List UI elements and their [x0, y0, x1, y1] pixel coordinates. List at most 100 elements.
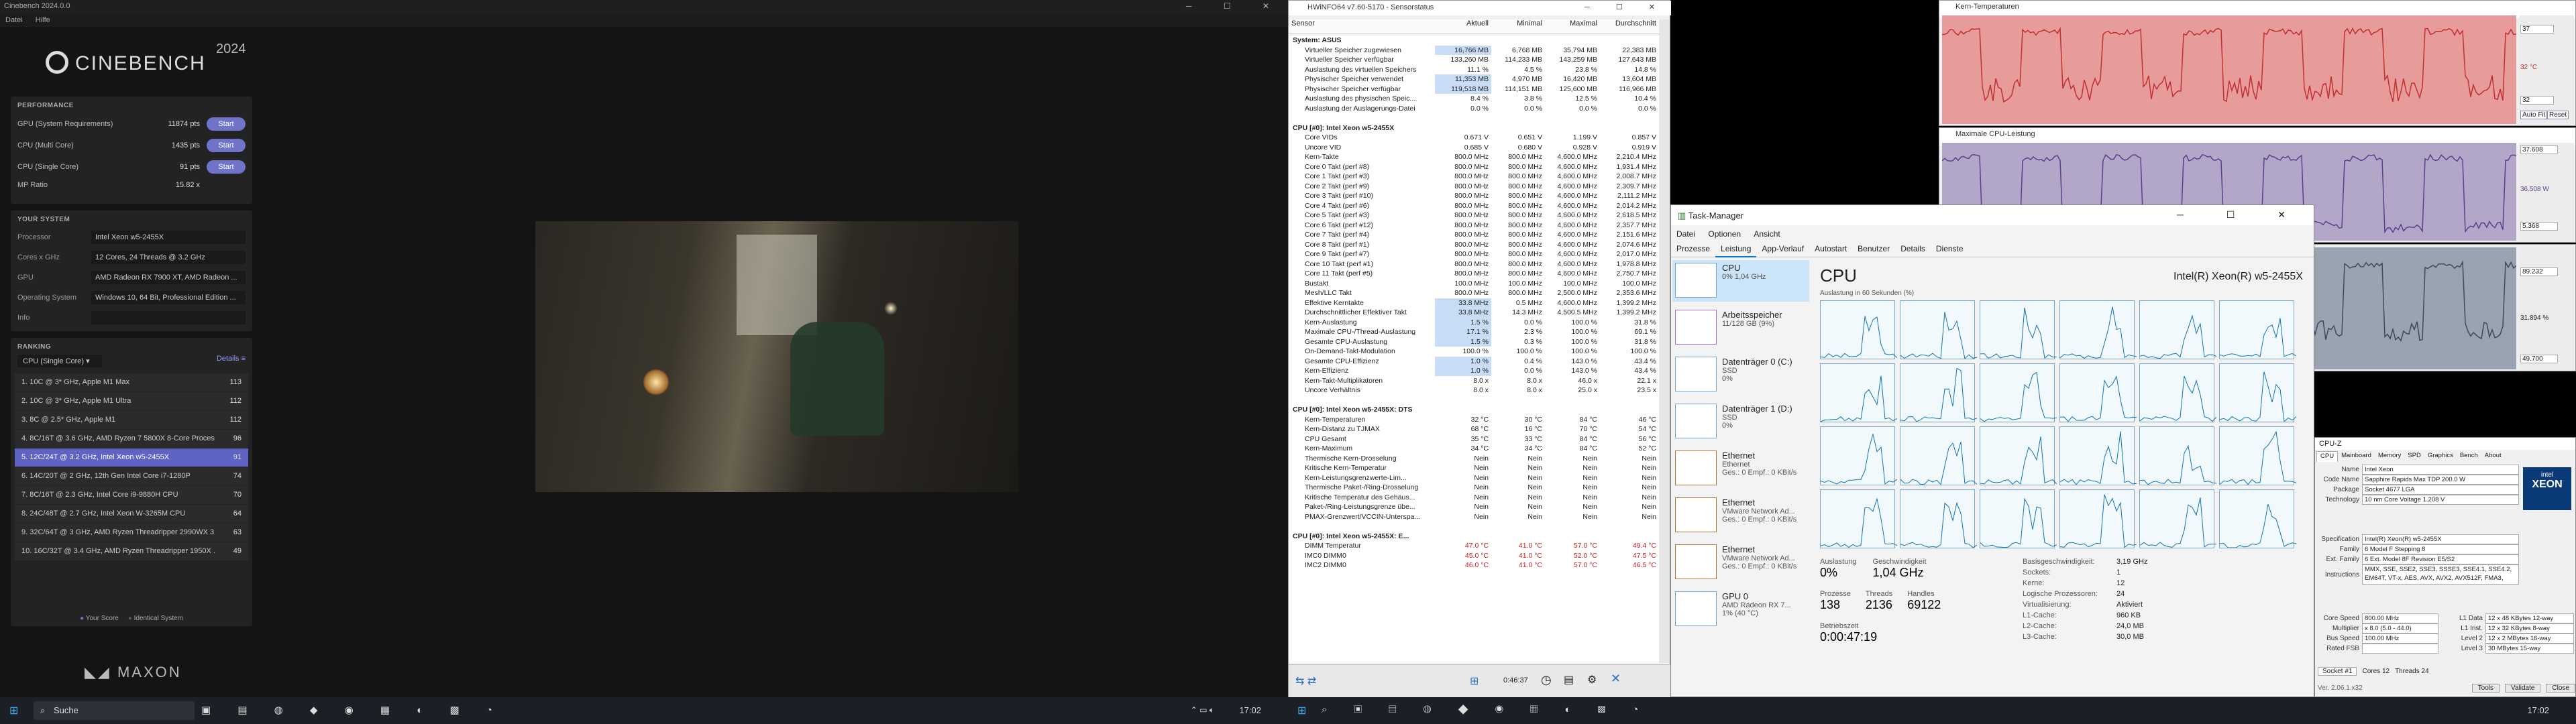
sensor-row[interactable]: Core 4 Takt (perf #6) 800.0 MHz 800.0 MHz 4…: [1289, 201, 1659, 211]
cpuz-tab-graphics[interactable]: Graphics: [2424, 451, 2457, 462]
ranking-row[interactable]: 6. 14C/20T @ 2 GHz, 12th Gen Intel Core …: [15, 467, 248, 485]
tab-dienste[interactable]: Dienste: [1931, 241, 1969, 256]
sensor-row[interactable]: Durchschnittlicher Effektiver Takt 33.8 M…: [1289, 308, 1659, 318]
sensor-row[interactable]: [1289, 396, 1659, 406]
sensor-group[interactable]: CPU [#0]: Intel Xeon w5-2455X: DTS: [1289, 405, 1659, 415]
cpuz-tab-memory[interactable]: Memory: [2375, 451, 2404, 462]
sensor-row[interactable]: Kern-Takt-Multiplikatoren 8.0 x 8.0 x 46.0 …: [1289, 376, 1659, 386]
sensor-group[interactable]: CPU [#0]: Intel Xeon w5-2455X: [1289, 123, 1659, 133]
sensor-row[interactable]: Kritische Temperatur des Gehäus... Nein Ne…: [1289, 493, 1659, 503]
sensor-row[interactable]: Mesh/LLC Takt 800.0 MHz 800.0 MHz 2,500.0 M…: [1289, 288, 1659, 298]
sensor-row[interactable]: PMAX-Grenzwert/VCCIN-Unterspa... Nein Nein…: [1289, 512, 1659, 522]
ranking-row[interactable]: 1. 10C @ 3* GHz, Apple M1 Max 113: [15, 373, 248, 391]
sensor-row[interactable]: Core 9 Takt (perf #7) 800.0 MHz 800.0 MHz 4…: [1289, 249, 1659, 259]
col-durchschnitt[interactable]: Durchschnitt: [1600, 19, 1659, 34]
tab-app-verlauf[interactable]: App-Verlauf: [1756, 241, 1809, 256]
sidebar-item[interactable]: Ethernet Ethernet Ges.: 0 Empf.: 0 KBit/s: [1672, 448, 1809, 489]
sensor-row[interactable]: Gesamte CPU-Auslastung 1.5 % 0.3 % 100.0 % 3…: [1289, 337, 1659, 347]
sidebar-item[interactable]: Datenträger 1 (D:) SSD 0%: [1672, 401, 1809, 442]
reset-button[interactable]: Reset: [2547, 111, 2569, 119]
col-maximal[interactable]: Maximal: [1545, 19, 1600, 34]
sensor-row[interactable]: Kern-Distanz zu TJMAX 68 °C 16 °C 70 °C 54 °…: [1289, 424, 1659, 434]
hwinfo-scrollbar[interactable]: [1659, 19, 1670, 663]
start-button-multicore[interactable]: Start: [207, 139, 246, 152]
sensor-row[interactable]: DIMM Temperatur 47.0 °C 41.0 °C 57.0 °C 49.4…: [1289, 541, 1659, 551]
sidebar-item[interactable]: CPU 0% 1,04 GHz: [1672, 260, 1809, 302]
window-controls[interactable]: ─ ☐ ✕: [1186, 1, 1284, 11]
sensor-row[interactable]: Core VIDs 0.671 V 0.651 V 1.199 V 0.857 V: [1289, 133, 1659, 143]
sensor-row[interactable]: Core 5 Takt (perf #3) 800.0 MHz 800.0 MHz 4…: [1289, 210, 1659, 221]
tools-button[interactable]: Tools: [2471, 683, 2500, 692]
sensor-row[interactable]: Core 3 Takt (perf #10) 800.0 MHz 800.0 MHz…: [1289, 191, 1659, 201]
sensor-row[interactable]: Core 0 Takt (perf #8) 800.0 MHz 800.0 MHz 4…: [1289, 162, 1659, 172]
arrows-icon[interactable]: ⇆ ⇄: [1295, 674, 1316, 688]
menu-datei[interactable]: Datei: [1671, 227, 1701, 241]
sensor-row[interactable]: Thermische Kern-Drosselung Nein Nein Nein Ne…: [1289, 454, 1659, 464]
cpuz-tab-cpu[interactable]: CPU: [2316, 451, 2339, 462]
cpuz-tab-mainboard[interactable]: Mainboard: [2338, 451, 2375, 462]
validate-button[interactable]: Validate: [2505, 683, 2541, 692]
cpuz-tab-bench[interactable]: Bench: [2457, 451, 2481, 462]
close-button[interactable]: Close: [2546, 683, 2575, 692]
taskbar-search[interactable]: ⌕ Suche: [34, 701, 195, 720]
cpuz-selection[interactable]: Socket #1: [2318, 666, 2357, 676]
sensor-group[interactable]: System: ASUS: [1289, 36, 1659, 46]
ranking-row[interactable]: 8. 24C/48T @ 2.7 GHz, Intel Xeon W-3265M…: [15, 505, 248, 523]
sensor-row[interactable]: Kern-Auslastung 1.5 % 0.0 % 100.0 % 31.8 %: [1289, 317, 1659, 327]
pinned-apps[interactable]: ▣ ▤ ◍ ◆ ◉ ▦ ◐ ▩ ◔: [201, 704, 504, 716]
sidebar-item[interactable]: GPU 0 AMD Radeon RX 7... 1% (40 °C): [1672, 589, 1809, 630]
sensor-row[interactable]: Effektive Kerntakte 33.8 MHz 0.5 MHz 4,600.…: [1289, 298, 1659, 308]
ranking-row[interactable]: 3. 8C @ 2.5* GHz, Apple M1 112: [15, 411, 248, 429]
tab-autostart[interactable]: Autostart: [1809, 241, 1852, 256]
ranking-row[interactable]: 7. 8C/16T @ 2.3 GHz, Intel Core i9-9880H…: [15, 486, 248, 504]
col-minimal[interactable]: Minimal: [1491, 19, 1545, 34]
sensor-row[interactable]: Kern-Effizienz 1.0 % 0.0 % 143.0 % 43.4 %: [1289, 366, 1659, 376]
start-button-singlecore[interactable]: Start: [207, 160, 246, 174]
sensor-row[interactable]: IMC2 DIMM0 46.0 °C 41.0 °C 57.0 °C 46.5 °C: [1289, 560, 1659, 570]
tab-details[interactable]: Details: [1895, 241, 1931, 256]
sensor-row[interactable]: Paket-/Ring-Leistungsgrenze übe... Nein Ne…: [1289, 502, 1659, 512]
sensor-row[interactable]: Kritische Kern-Temperatur Nein Nein Nein Nei…: [1289, 463, 1659, 473]
details-button[interactable]: Details ≡: [217, 355, 246, 367]
window-controls[interactable]: ─ ☐ ✕: [2177, 209, 2306, 221]
sensor-row[interactable]: Core 8 Takt (perf #1) 800.0 MHz 800.0 MHz 4…: [1289, 240, 1659, 250]
sensor-row[interactable]: Auslastung des physischen Speic... 8.4 % 3…: [1289, 94, 1659, 104]
settings-icon[interactable]: ⚙: [1587, 673, 1597, 686]
sensor-row[interactable]: On-Demand-Takt-Modulation 100.0 % 100.0 % 1…: [1289, 347, 1659, 357]
auto-fit-button[interactable]: Auto Fit: [2520, 111, 2548, 119]
report-icon[interactable]: ▤: [1564, 673, 1574, 686]
col-aktuell[interactable]: Aktuell: [1435, 19, 1491, 34]
sensor-row[interactable]: Uncore VID 0.685 V 0.680 V 0.928 V 0.919 V: [1289, 143, 1659, 153]
ranking-row[interactable]: 10. 16C/32T @ 3.4 GHz, AMD Ryzen Threadr…: [15, 542, 248, 560]
start-button-gpu[interactable]: Start: [207, 117, 246, 131]
sensor-row[interactable]: Gesamte CPU-Effizienz 1.0 % 0.4 % 143.0 % 43…: [1289, 356, 1659, 366]
ranking-row[interactable]: 4. 8C/16T @ 3.6 GHz, AMD Ryzen 7 5800X 8…: [15, 430, 248, 448]
sensor-row[interactable]: Virtueller Speicher zugewiesen 16,766 MB 6…: [1289, 45, 1659, 55]
sensor-row[interactable]: Kern-Leistungsgrenzwerte-Lim... Nein Nein N…: [1289, 473, 1659, 483]
pinned-apps[interactable]: ⌕ ▣ ▤ ◍ ◆ ◉ ▦ ◐ ▩ ◔: [1322, 704, 1650, 715]
cpuz-tab-about[interactable]: About: [2481, 451, 2505, 462]
ranking-row[interactable]: 5. 12C/24T @ 3.2 GHz, Intel Xeon w5-2455…: [15, 448, 248, 467]
sensor-row[interactable]: Core 6 Takt (perf #12) 800.0 MHz 800.0 MHz…: [1289, 221, 1659, 231]
network-icon[interactable]: ⊞: [1470, 674, 1479, 688]
sensor-row[interactable]: Core 7 Takt (perf #4) 800.0 MHz 800.0 MHz 4…: [1289, 230, 1659, 240]
sensor-row[interactable]: Core 10 Takt (perf #1) 800.0 MHz 800.0 MHz…: [1289, 259, 1659, 269]
tab-benutzer[interactable]: Benutzer: [1852, 241, 1895, 256]
sensor-row[interactable]: Core 11 Takt (perf #5) 800.0 MHz 800.0 MHz…: [1289, 269, 1659, 279]
sensor-row[interactable]: Kern-Temperaturen 32 °C 30 °C 84 °C 46 °C: [1289, 415, 1659, 425]
sensor-row[interactable]: Kern-Takte 800.0 MHz 800.0 MHz 4,600.0 MHz 2…: [1289, 152, 1659, 162]
sensor-group[interactable]: CPU [#0]: Intel Xeon w5-2455X: E...: [1289, 532, 1659, 542]
sensor-row[interactable]: Maximale CPU-/Thread-Auslastung 17.1 % 2.3…: [1289, 327, 1659, 337]
cpuz-tab-spd[interactable]: SPD: [2404, 451, 2424, 462]
sensor-row[interactable]: CPU Gesamt 35 °C 33 °C 84 °C 56 °C: [1289, 434, 1659, 444]
sensor-row[interactable]: Auslastung der Auslagerungs-Datei 0.0 % 0.…: [1289, 104, 1659, 114]
menu-optionen[interactable]: Optionen: [1703, 227, 1746, 241]
sensor-row[interactable]: [1289, 522, 1659, 532]
sidebar-item[interactable]: Ethernet VMware Network Ad... Ges.: 0 Empf…: [1672, 542, 1809, 583]
tab-prozesse[interactable]: Prozesse: [1671, 241, 1715, 256]
render-viewport[interactable]: [535, 221, 1018, 492]
menu-datei[interactable]: Datei: [0, 13, 28, 27]
sensor-row[interactable]: Thermische Paket-/Ring-Drosselung Nein Nei…: [1289, 483, 1659, 493]
sensor-row[interactable]: Core 1 Takt (perf #3) 800.0 MHz 800.0 MHz 4…: [1289, 172, 1659, 182]
menu-ansicht[interactable]: Ansicht: [1748, 227, 1785, 241]
